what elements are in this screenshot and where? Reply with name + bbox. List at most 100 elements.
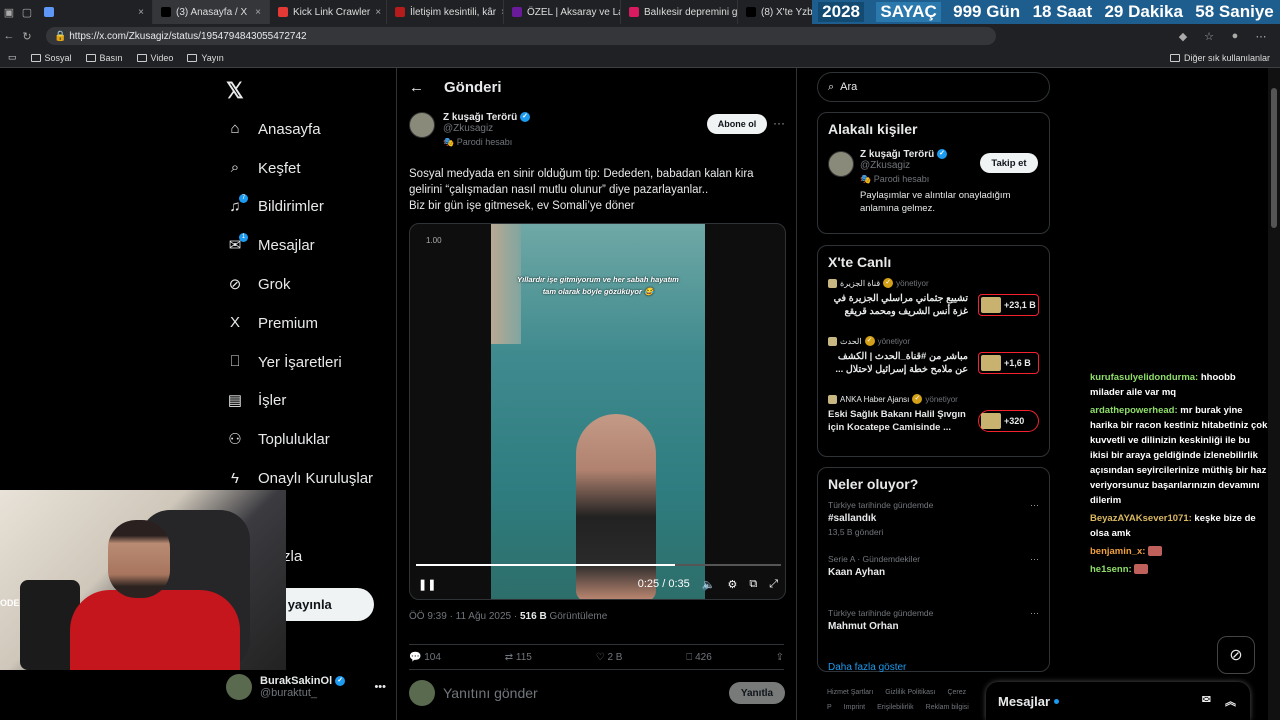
expand-icon[interactable]: ︽	[1225, 693, 1236, 709]
bookmark-item[interactable]: Yayın	[187, 53, 224, 63]
chat-username[interactable]: kurufasulyelidondurma:	[1090, 372, 1198, 383]
sidebar-item[interactable]: ⌂ Anasayfa	[226, 110, 396, 149]
sidebar-item[interactable]: ⌕ Keşfet	[226, 149, 396, 188]
messages-drawer[interactable]: Mesajlar ✉ ︽	[986, 682, 1250, 720]
sidebar-item[interactable]: ⎕ Yer İşaretleri	[226, 343, 396, 382]
live-host-name[interactable]: الحدث	[840, 337, 862, 346]
browser-tab[interactable]: ÖZEL | Aksaray ve La×	[504, 0, 621, 24]
chat-username[interactable]: benjamin_x:	[1090, 546, 1145, 557]
sidebar-item[interactable]: ⚇ Topluluklar	[226, 420, 396, 459]
scrollbar-thumb[interactable]	[1271, 88, 1277, 228]
sidebar-item[interactable]: ⊘ Grok	[226, 265, 396, 304]
related-person[interactable]: Z kuşağı Terörü ✓ @Zkusagiz 🎭 Parodi hes…	[818, 145, 1049, 223]
reply-icon: 💬	[409, 651, 422, 663]
post-more-icon[interactable]: ···	[773, 116, 785, 130]
live-status: yönetiyor	[877, 336, 911, 346]
profile-icon[interactable]: ●	[1226, 30, 1244, 43]
bookmark-item[interactable]: Video	[136, 53, 173, 63]
bookmarks-toggle-icon[interactable]: ▭	[8, 52, 17, 63]
browser-tab[interactable]: ×	[36, 0, 153, 24]
browser-tab[interactable]: Balıkesir depremini g×	[621, 0, 738, 24]
reply-input[interactable]: Yanıtını gönder	[443, 685, 538, 701]
grok-button-icon[interactable]: ⊘	[1217, 636, 1255, 674]
account-switcher[interactable]: BurakSakinOl ✓ @buraktut_ •••	[226, 672, 386, 702]
sidebar-item[interactable]: ✉ 1 Mesajlar	[226, 226, 396, 265]
video-person	[576, 414, 656, 599]
footer-link[interactable]: Erişilebilirlik	[877, 704, 914, 711]
reply-button[interactable]: Yanıtla	[729, 682, 785, 704]
chat-username[interactable]: ardathepowerhead:	[1090, 405, 1178, 416]
related-name[interactable]: Z kuşağı Terörü	[860, 149, 934, 160]
more-icon[interactable]: ···	[1030, 554, 1039, 564]
workspaces-icon[interactable]: ▣	[0, 6, 18, 19]
scrollbar[interactable]	[1268, 68, 1280, 720]
video-frame[interactable]: Yıllardır işe gitmiyorum ve her sabah ha…	[491, 224, 705, 599]
refresh-icon[interactable]: ↻	[18, 30, 36, 43]
back-arrow-icon[interactable]: ←	[409, 79, 424, 96]
sidebar-item[interactable]: X Premium	[226, 304, 396, 343]
post-time[interactable]: ÖÖ 9:39 · 11 Ağu 2025 ·	[409, 611, 517, 622]
browser-tab[interactable]: (3) Anasayfa / X ×	[153, 0, 270, 24]
post-header: ← Gönderi	[397, 68, 796, 106]
bookmark-item[interactable]: Sosyal	[30, 53, 72, 63]
back-icon[interactable]: ←	[0, 30, 18, 42]
favorites-icon[interactable]: ☆	[1200, 30, 1218, 43]
footer-link[interactable]: Imprint	[844, 704, 865, 711]
bookmarks-other[interactable]: Diğer sık kullanılanlar	[1169, 53, 1270, 63]
new-message-icon[interactable]: ✉	[1202, 693, 1211, 709]
show-more-link[interactable]: Daha fazla göster	[818, 662, 1049, 673]
extension-icon[interactable]: ◆	[1174, 30, 1192, 43]
video-player[interactable]: 1.00 Yıllardır işe gitmiyorum ve her sab…	[409, 223, 786, 600]
more-icon[interactable]: ···	[1030, 500, 1039, 510]
footer-link[interactable]: Gizlilik Politikası	[885, 689, 935, 696]
close-icon[interactable]: ×	[138, 7, 144, 18]
author-name[interactable]: Z kuşağı Terörü	[443, 112, 517, 123]
live-item[interactable]: قناة الجزيرة ✓ yönetiyor تشييع جثماني مراسل…	[818, 278, 1049, 336]
fullscreen-icon[interactable]: ⤢	[769, 578, 778, 591]
live-title-text: تشييع جثماني مراسلي الجزيرة في غزة أنس ا…	[833, 293, 968, 317]
live-item[interactable]: ANKA Haber Ajansı ✓ yönetiyor Eski Sağlık B…	[818, 394, 1049, 452]
volume-icon[interactable]: 🔈	[702, 578, 716, 591]
counter-year: 2028	[818, 2, 864, 22]
search-input[interactable]: ⌕ Ara	[817, 72, 1050, 102]
bookmarks-bar: ▭ Sosyal Basın Video Yayın Diğer sık kullan…	[0, 48, 1280, 68]
bookmark-action[interactable]: ⎕ 426	[686, 652, 711, 663]
close-icon[interactable]: ×	[375, 7, 381, 18]
live-host-name[interactable]: ANKA Haber Ajansı	[840, 395, 909, 404]
author-avatar[interactable]	[409, 112, 435, 138]
settings-icon[interactable]: ⚙	[727, 578, 737, 591]
trend-item[interactable]: Serie A · Gündemdekiler Kaan Ayhan ···	[818, 554, 1049, 608]
sidebar-item[interactable]: ▤ İşler	[226, 382, 396, 421]
sidebar-item[interactable]: ♫ 7 Bildirimler	[226, 188, 396, 227]
url-field[interactable]: 🔒 https://x.com/Zkusagiz/status/19547948…	[46, 27, 996, 45]
more-icon[interactable]: •••	[374, 681, 386, 693]
menu-icon[interactable]: ⋯	[1252, 30, 1270, 43]
pause-icon[interactable]: ❚❚	[418, 578, 436, 591]
tab-actions-icon[interactable]: ▢	[18, 6, 36, 19]
chat-username[interactable]: BeyazAYAKsever1071:	[1090, 513, 1192, 524]
live-item[interactable]: الحدث ✓ yönetiyor مباشر من #قناة_الحدث | ال…	[818, 336, 1049, 394]
live-host: ANKA Haber Ajansı ✓ yönetiyor	[828, 394, 1039, 404]
reply-action[interactable]: 💬 104	[409, 652, 441, 663]
popout-icon[interactable]: ⧉	[749, 578, 757, 591]
video-progress-bar[interactable]	[416, 564, 781, 566]
like-action[interactable]: ♡ 2 B	[596, 652, 623, 663]
footer-link[interactable]: Reklam bilgisi	[926, 704, 969, 711]
share-icon[interactable]: ⇪	[776, 652, 784, 663]
live-host-name[interactable]: قناة الجزيرة	[840, 279, 880, 288]
bookmark-item[interactable]: Basın	[85, 53, 123, 63]
footer-link[interactable]: Hizmet Şartları	[827, 689, 873, 696]
browser-tab[interactable]: Kick Link Crawler ×	[270, 0, 387, 24]
trend-item[interactable]: Türkiye tarihinde gündemde Mahmut Orhan ··…	[818, 608, 1049, 662]
related-avatar[interactable]	[828, 151, 854, 177]
close-icon[interactable]: ×	[255, 7, 261, 18]
follow-button[interactable]: Takip et	[980, 153, 1038, 173]
browser-tab[interactable]: İletişim kesintili, kâr×	[387, 0, 504, 24]
subscribe-button[interactable]: Abone ol	[707, 114, 767, 134]
chat-username[interactable]: he1senn:	[1090, 564, 1132, 575]
x-logo-icon[interactable]: 𝕏	[226, 78, 244, 104]
repost-action[interactable]: ⇄ 115	[505, 652, 532, 663]
trend-item[interactable]: Türkiye tarihinde gündemde #sallandık 13,5…	[818, 500, 1049, 554]
more-icon[interactable]: ···	[1030, 608, 1039, 618]
verified-icon: ✓	[520, 112, 531, 123]
